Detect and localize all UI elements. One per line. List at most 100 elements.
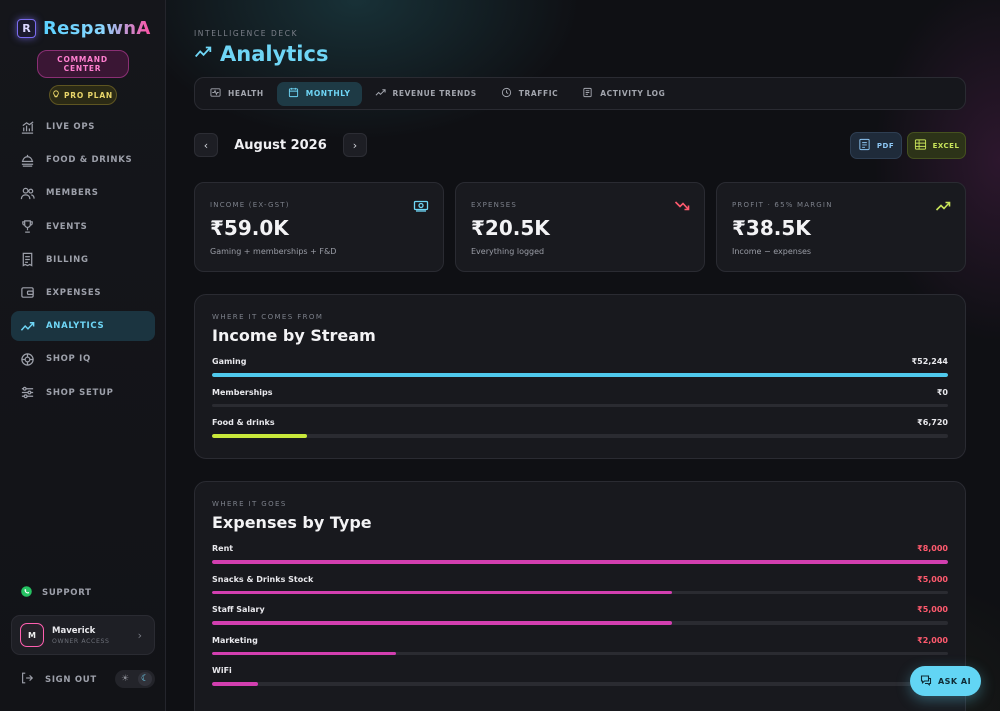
sidebar-item-live-ops[interactable]: LIVE OPS [11, 112, 155, 142]
trophy-icon [20, 219, 35, 234]
sidebar-item-members[interactable]: MEMBERS [11, 178, 155, 208]
sidebar-item-label: BILLING [46, 254, 89, 265]
export-excel-label: EXCEL [932, 141, 960, 150]
user-meta: Maverick OWNER ACCESS [52, 626, 110, 645]
sliders-icon [20, 385, 35, 400]
bar-track [212, 682, 948, 686]
tab-traffic[interactable]: TRAFFIC [490, 82, 569, 106]
kpi-row: INCOME (EX-GST) ₹59.0K Gaming + membersh… [194, 182, 966, 272]
chevron-right-icon: › [352, 138, 358, 152]
sidebar-item-food-drinks[interactable]: FOOD & DRINKS [11, 145, 155, 175]
trend-icon [375, 87, 386, 100]
page-eyebrow: INTELLIGENCE DECK [194, 29, 299, 38]
sidebar-item-label: ANALYTICS [46, 321, 105, 332]
bar-amount: ₹2,000 [917, 635, 948, 645]
analytics-tabs: HEALTH MONTHLY REVENUE TRENDS TRAFFIC AC… [194, 77, 966, 110]
cash-icon [413, 198, 429, 214]
brain-icon [20, 352, 35, 367]
expense-row-marketing: Marketing ₹2,000 [212, 636, 948, 667]
export-pdf-button[interactable]: PDF [850, 132, 902, 159]
export-excel-button[interactable]: EXCEL [907, 132, 966, 159]
log-icon [582, 87, 593, 100]
pro-plan-badge: PRO PLAN [48, 85, 117, 105]
kpi-label: INCOME (EX-GST) [210, 201, 290, 209]
bar-fill [212, 434, 307, 438]
command-center-badge: COMMAND CENTER [36, 50, 129, 78]
kpi-sub: Gaming + memberships + F&D [210, 247, 337, 256]
bar-amount: ₹0 [936, 387, 948, 397]
expense-row-snacks-drinks-stock: Snacks & Drinks Stock ₹5,000 [212, 575, 948, 606]
pulse-icon [210, 87, 221, 100]
ask-ai-button[interactable]: ASK AI [910, 666, 981, 696]
kpi-label: EXPENSES [471, 201, 518, 209]
user-role: OWNER ACCESS [52, 637, 110, 645]
sidebar-item-events[interactable]: EVENTS [11, 212, 155, 242]
next-month-button[interactable]: › [343, 133, 367, 157]
bar-amount: ₹5,000 [917, 574, 948, 584]
avatar: M [20, 623, 44, 647]
tab-monthly[interactable]: MONTHLY [276, 81, 362, 106]
tab-activity-log[interactable]: ACTIVITY LOG [571, 82, 676, 106]
brand-logo: R [17, 19, 36, 38]
panel-title: Income by Stream [212, 326, 376, 345]
tab-label: MONTHLY [305, 89, 351, 98]
bar-track [212, 651, 948, 655]
wallet-icon [20, 285, 35, 300]
expense-bars: Rent ₹8,000 Snacks & Drinks Stock ₹5,000… [212, 544, 948, 697]
sidebar-item-shop-setup[interactable]: SHOP SETUP [11, 378, 155, 408]
kpi-sub: Income − expenses [732, 247, 812, 256]
tab-label: HEALTH [228, 89, 264, 98]
brand[interactable]: R RespawnA [0, 0, 165, 39]
income-row-memberships: Memberships ₹0 [212, 388, 948, 419]
expense-row-staff-salary: Staff Salary ₹5,000 [212, 605, 948, 636]
bar-amount: ₹5,000 [917, 605, 948, 614]
sidebar-item-expenses[interactable]: EXPENSES [11, 278, 155, 308]
kpi-income: INCOME (EX-GST) ₹59.0K Gaming + membersh… [194, 182, 444, 272]
sidebar-item-shop-iq[interactable]: SHOP IQ [11, 344, 155, 374]
moon-icon[interactable]: ☾ [138, 672, 152, 686]
kpi-value: ₹38.5K [732, 216, 811, 240]
user-card[interactable]: M Maverick OWNER ACCESS › [11, 615, 155, 655]
bar-amount: ₹6,720 [917, 418, 948, 427]
trend-up-icon [935, 198, 951, 214]
panel-title: Expenses by Type [212, 513, 372, 532]
receipt-icon [20, 252, 35, 267]
sidebar-item-analytics[interactable]: ANALYTICS [11, 311, 155, 342]
sidebar-item-label: EVENTS [46, 221, 88, 232]
support-link[interactable]: SUPPORT [20, 585, 92, 601]
sidebar-nav: LIVE OPS FOOD & DRINKS MEMBERS EVENTS BI… [11, 112, 155, 411]
sidebar-item-label: LIVE OPS [46, 122, 96, 132]
user-name: Maverick [52, 625, 96, 636]
tab-label: ACTIVITY LOG [600, 89, 666, 98]
spreadsheet-icon [914, 138, 927, 153]
bar-fill [212, 682, 258, 686]
ask-ai-label: ASK AI [937, 676, 972, 686]
income-by-stream-panel: WHERE IT COMES FROM Income by Stream Gam… [194, 294, 966, 459]
prev-month-button[interactable]: ‹ [194, 133, 218, 157]
pro-plan-label: PRO PLAN [63, 90, 114, 100]
trend-icon [194, 42, 212, 66]
calendar-icon [288, 87, 299, 100]
bar-label: Memberships [212, 387, 273, 397]
trend-down-icon [674, 198, 690, 214]
app-root: R RespawnA COMMAND CENTER PRO PLAN LIVE … [0, 0, 1000, 711]
tab-revenue-trends[interactable]: REVENUE TRENDS [364, 82, 488, 106]
sidebar-item-label: SHOP SETUP [46, 387, 114, 398]
trend-icon [20, 319, 35, 334]
sun-icon[interactable]: ☀ [118, 672, 132, 686]
bar-fill [212, 373, 948, 377]
kpi-profit: PROFIT · 65% MARGIN ₹38.5K Income − expe… [716, 182, 966, 272]
theme-toggle[interactable]: ☀ ☾ [115, 670, 155, 688]
page-title-text: Analytics [220, 42, 329, 66]
chevron-left-icon: ‹ [203, 138, 209, 152]
bar-track [212, 560, 948, 564]
sidebar-item-billing[interactable]: BILLING [11, 245, 155, 275]
month-label: August 2026 [234, 137, 327, 153]
bar-fill [212, 651, 396, 655]
sign-out-button[interactable]: SIGN OUT [20, 671, 97, 688]
bar-amount: ₹52,244 [911, 357, 948, 366]
income-row-gaming: Gaming ₹52,244 [212, 357, 948, 388]
tab-health[interactable]: HEALTH [199, 82, 275, 106]
bar-track [212, 373, 948, 377]
panel-eyebrow: WHERE IT GOES [212, 500, 287, 508]
